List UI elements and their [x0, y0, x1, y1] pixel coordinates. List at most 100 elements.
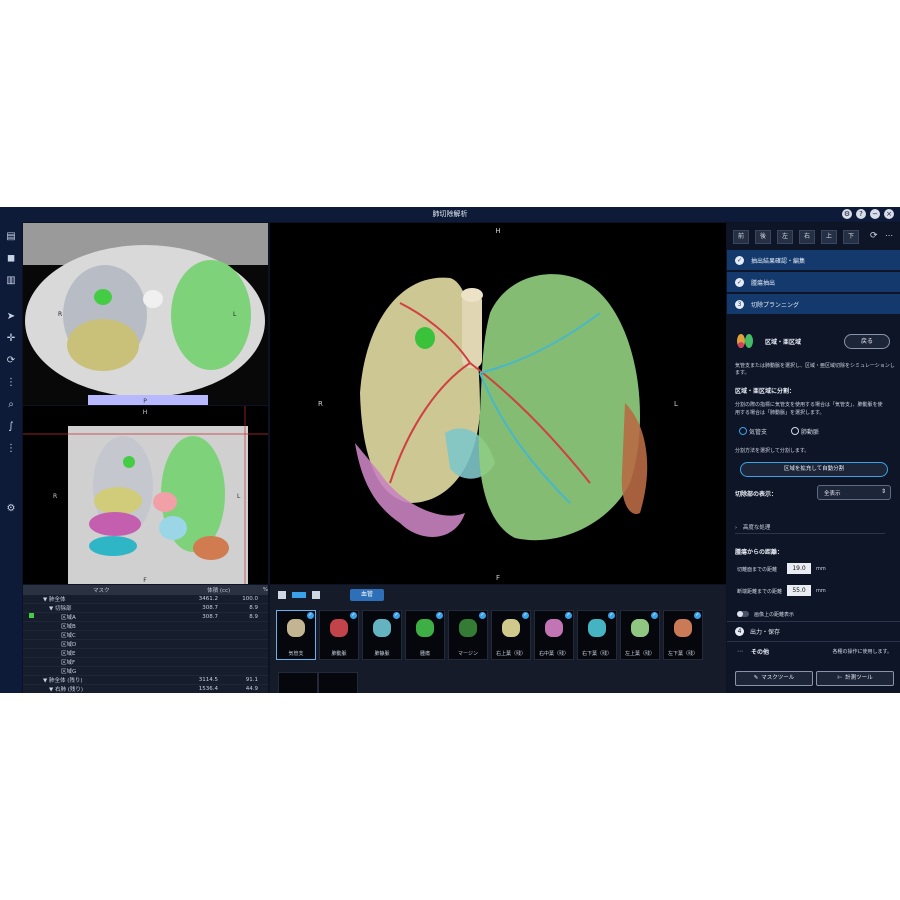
check-icon[interactable]: ✓	[608, 612, 615, 619]
slider-icon[interactable]	[292, 592, 306, 598]
thumbnail-label: 左上葉（残）	[624, 651, 655, 657]
grid-view-icon[interactable]	[278, 591, 286, 599]
measure-tool-button[interactable]: ⊢ 計測ツール	[816, 671, 894, 686]
pointer-icon[interactable]: ➤	[4, 310, 18, 324]
extra-thumbnail[interactable]	[278, 672, 318, 693]
split-desc-1: 分割の際の指標に気管支を使用する場合は「気管支」、肺動脈を使	[735, 402, 883, 408]
mask-thumbnail[interactable]: ✓ マージン	[448, 610, 488, 660]
check-icon[interactable]: ✓	[307, 612, 314, 619]
check-icon[interactable]: ✓	[694, 612, 701, 619]
settings-icon[interactable]: ⚙	[842, 209, 852, 219]
mask-name: ▼ 肺全体	[43, 597, 66, 603]
workflow-step[interactable]: 3 切除プランニング	[727, 294, 900, 314]
mask-tool-button[interactable]: ✎ マスクツール	[735, 671, 813, 686]
auto-split-button[interactable]: 区域を拡充して自動分割	[740, 462, 888, 477]
help-icon[interactable]: ?	[856, 209, 866, 219]
workflow-step[interactable]: ✓ 腫瘍抽出	[727, 272, 900, 292]
distance-margin-input[interactable]: 55.0	[787, 585, 811, 596]
mask-table: マスク 体積 (cc) % ▼ 肺全体 3461.2 100.0 ▼ 切除部 308.7…	[23, 585, 268, 693]
table-row[interactable]: ▼ 肺全体 (残り) 3114.5 91.1	[23, 676, 268, 685]
radio-artery[interactable]	[791, 427, 799, 435]
col-pct: %	[262, 587, 268, 593]
view-direction-button[interactable]: 下	[843, 230, 859, 244]
table-row[interactable]: 区域D	[23, 640, 268, 649]
title-bar: 肺切除解析 ⚙ ? − ×	[0, 207, 900, 222]
mask-thumbnail[interactable]: ✓ 左上葉（残）	[620, 610, 660, 660]
ruler-icon: ⊢	[837, 675, 843, 681]
radio-bronchus[interactable]	[739, 427, 747, 435]
table-row[interactable]: 区域A 308.7 8.9	[23, 613, 268, 622]
distance-margin-label: 断端距離までの距離	[737, 589, 783, 595]
workflow-step[interactable]: ✓ 抽出結果確認・編集	[727, 250, 900, 270]
distance-toggle[interactable]	[737, 611, 749, 617]
tab-vessel[interactable]: 血管	[350, 589, 384, 601]
table-row[interactable]: ▼ 切除部 308.7 8.9	[23, 604, 268, 613]
render-3d-viewport[interactable]: H R L F	[270, 223, 726, 584]
table-row[interactable]: 区域B	[23, 622, 268, 631]
check-icon[interactable]: ✓	[436, 612, 443, 619]
pan-icon[interactable]: ✛	[4, 332, 18, 346]
mask-thumbnail[interactable]: ✓ 気管支	[276, 610, 316, 660]
view-direction-button[interactable]: 上	[821, 230, 837, 244]
cor-label-top: H	[143, 409, 148, 416]
image-icon[interactable]	[312, 591, 320, 599]
patient-icon[interactable]: ▤	[4, 230, 18, 244]
coronal-viewport[interactable]: H R L F	[23, 406, 268, 584]
chevron-down-icon: ⇕	[880, 488, 886, 495]
step-4-icon: 4	[735, 626, 744, 636]
cube-icon[interactable]: ◼	[4, 252, 18, 266]
mask-thumbnail[interactable]: ✓ 腫瘍	[405, 610, 445, 660]
table-row[interactable]: 区域G	[23, 667, 268, 676]
table-row[interactable]: 区域C	[23, 631, 268, 640]
thumbnail-label: 右上葉（残）	[495, 651, 526, 657]
radio-artery-label: 肺動脈	[801, 429, 820, 436]
view-direction-button[interactable]: 後	[755, 230, 771, 244]
mask-thumbnail[interactable]: ✓ 右中葉（残）	[534, 610, 574, 660]
close-icon[interactable]: ×	[884, 209, 894, 219]
mask-thumbnail[interactable]: ✓ 肺動脈	[319, 610, 359, 660]
table-row[interactable]: ▼ 肺全体 3461.2 100.0	[23, 595, 268, 604]
curve-icon[interactable]: ∫	[4, 420, 18, 434]
more-icon[interactable]: ⋯	[885, 230, 899, 242]
more-icon[interactable]: ⋮	[4, 376, 18, 390]
check-icon[interactable]: ✓	[522, 612, 529, 619]
mask-thumbnail[interactable]: ✓ 左下葉（残）	[663, 610, 703, 660]
report-icon[interactable]: ▥	[4, 274, 18, 288]
check-icon[interactable]: ✓	[565, 612, 572, 619]
mask-volume: 308.7	[202, 614, 218, 620]
mask-thumbnail[interactable]: ✓ 右下葉（残）	[577, 610, 617, 660]
minimize-icon[interactable]: −	[870, 209, 880, 219]
more-icon[interactable]: ⋮	[4, 442, 18, 456]
ct-axial-viewport[interactable]: P R L	[23, 223, 268, 405]
view-direction-button[interactable]: 右	[799, 230, 815, 244]
view-direction-button[interactable]: 前	[733, 230, 749, 244]
method-desc: 分割方法を選択して分割します。	[735, 448, 810, 454]
mask-thumbnail[interactable]: ✓ 右上葉（残）	[491, 610, 531, 660]
thumbnail-preview	[373, 619, 391, 637]
step-4[interactable]: 4 出力・保存	[727, 621, 900, 640]
extra-thumbnail[interactable]	[318, 672, 358, 693]
zoom-icon[interactable]: ⌕	[4, 398, 18, 412]
table-row[interactable]: 区域F	[23, 658, 268, 667]
back-button[interactable]: 戻る	[844, 334, 890, 349]
display-select[interactable]: 全表示 ⇕	[817, 485, 891, 500]
refresh-icon[interactable]: ⟳	[870, 230, 884, 242]
rotate-icon[interactable]: ⟳	[4, 354, 18, 368]
check-icon[interactable]: ✓	[350, 612, 357, 619]
other-row[interactable]: ⋯ その他 各種の操作に使用します。	[727, 641, 900, 660]
table-row[interactable]: 区域E	[23, 649, 268, 658]
col-volume: 体積 (cc)	[207, 588, 231, 594]
thumbnail-label: 右下葉（残）	[581, 651, 612, 657]
mask-thumbnail[interactable]: ✓ 肺静脈	[362, 610, 402, 660]
advanced-label: 高度な処理	[742, 525, 771, 531]
mask-name: 区域A	[61, 615, 76, 621]
table-row[interactable]: ▼ 右肺 (残り) 1536.4 44.9	[23, 685, 268, 693]
check-icon[interactable]: ✓	[393, 612, 400, 619]
distance-cut-input[interactable]: 19.0	[787, 563, 811, 574]
settings-icon[interactable]: ⚙	[4, 502, 18, 516]
check-icon[interactable]: ✓	[479, 612, 486, 619]
check-icon[interactable]: ✓	[651, 612, 658, 619]
advanced-row[interactable]: › 高度な処理	[735, 523, 885, 534]
mask-percent: 8.9	[249, 614, 258, 620]
view-direction-button[interactable]: 左	[777, 230, 793, 244]
